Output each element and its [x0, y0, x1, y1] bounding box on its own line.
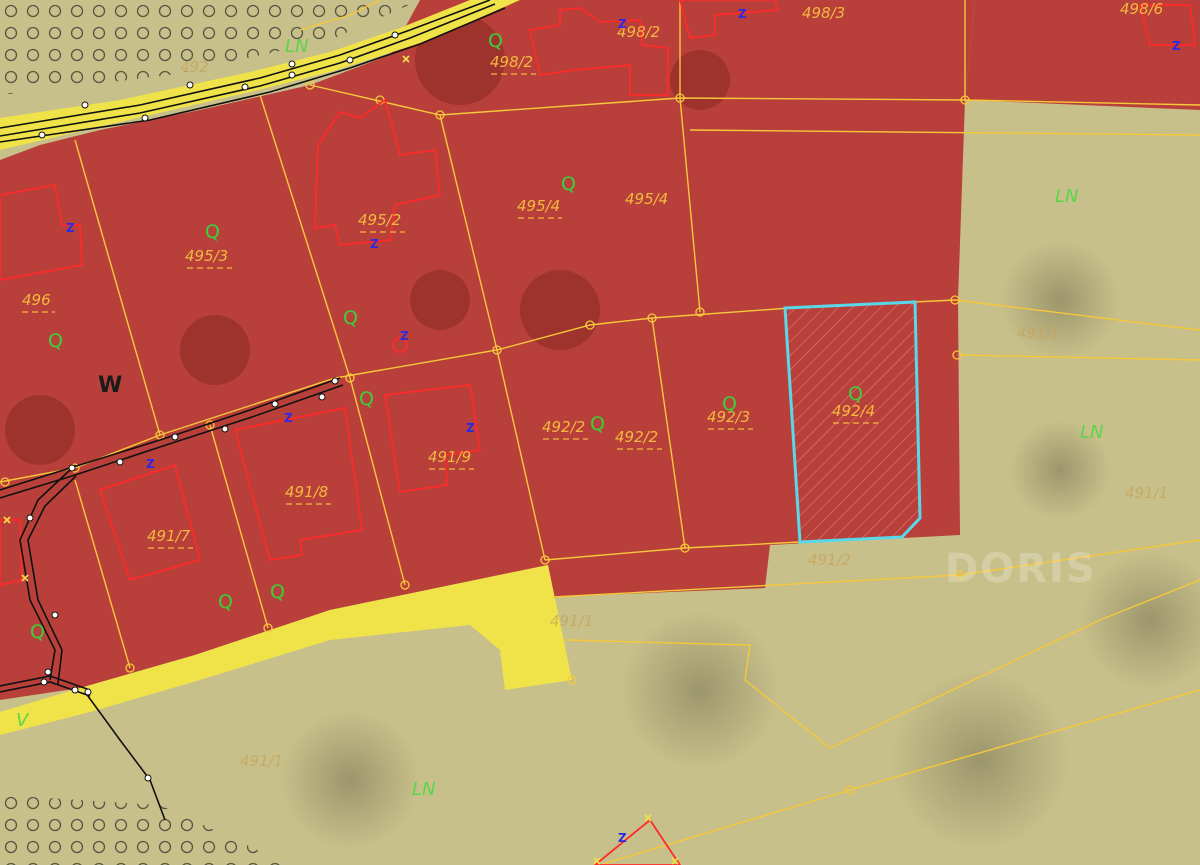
- house-marker: Z: [370, 237, 379, 251]
- selected-parcel-492-4[interactable]: [783, 300, 922, 544]
- zone-label-v: V: [16, 710, 30, 731]
- use-code-q: Q: [848, 383, 863, 405]
- use-code-q: Q: [30, 621, 45, 643]
- zone-label-ln: LN: [412, 779, 436, 800]
- zone-label-w: W: [98, 373, 122, 398]
- house-marker: Z: [284, 411, 293, 425]
- use-code-q: Q: [722, 393, 737, 415]
- use-code-q: Q: [205, 221, 220, 243]
- parcel-label[interactable]: 495/4: [625, 190, 668, 208]
- parcel-label[interactable]: 492: [180, 58, 209, 76]
- parcel-label[interactable]: 491/7: [147, 527, 191, 545]
- use-code-q: Q: [218, 591, 233, 613]
- parcel-label[interactable]: 492/2: [615, 428, 658, 446]
- house-marker: Z: [400, 329, 409, 343]
- parcel-label[interactable]: 498/2: [490, 53, 533, 71]
- use-code-q: Q: [343, 307, 358, 329]
- house-marker: Z: [738, 7, 747, 21]
- zone-label-ln: LN: [1055, 186, 1079, 207]
- use-code-q: Q: [590, 413, 605, 435]
- house-marker: Z: [466, 421, 475, 435]
- house-marker: Z: [1172, 39, 1181, 53]
- house-marker: Z: [618, 17, 627, 31]
- parcel-label[interactable]: 498/6: [1120, 0, 1163, 18]
- parcel-label[interactable]: 496: [22, 291, 51, 309]
- use-code-q: Q: [48, 330, 63, 352]
- zone-label-ln: LN: [1080, 422, 1104, 443]
- parcel-label[interactable]: 491/9: [428, 448, 471, 466]
- parcel-label[interactable]: 492/2: [542, 418, 585, 436]
- building-zone-northeast: [965, 0, 1200, 110]
- parcel-label[interactable]: 491/1: [240, 752, 283, 770]
- map-watermark: DORIS: [945, 546, 1097, 592]
- house-marker: Z: [66, 221, 75, 235]
- parcel-label[interactable]: 491/1: [1017, 324, 1060, 342]
- zone-label-ln: LN: [285, 36, 309, 57]
- parcel-label[interactable]: 491/1: [1125, 484, 1168, 502]
- use-code-q: Q: [270, 581, 285, 603]
- cadastral-map[interactable]: DORIS W LN LN LN LN V 498/3 498/6 498/2 …: [0, 0, 1200, 865]
- use-code-q: Q: [359, 388, 374, 410]
- use-code-q: Q: [561, 173, 576, 195]
- parcel-label[interactable]: 495/2: [358, 211, 401, 229]
- parcel-label[interactable]: 491/8: [285, 483, 328, 501]
- parcel-label[interactable]: 495/4: [517, 197, 560, 215]
- parcel-label[interactable]: 495/3: [185, 247, 228, 265]
- parcel-label[interactable]: 498/3: [802, 4, 845, 22]
- parcel-label[interactable]: 491/1: [550, 612, 593, 630]
- house-marker: Z: [146, 457, 155, 471]
- use-code-q: Q: [488, 30, 503, 52]
- house-marker: Z: [618, 831, 627, 845]
- parcel-label[interactable]: 491/2: [808, 551, 851, 569]
